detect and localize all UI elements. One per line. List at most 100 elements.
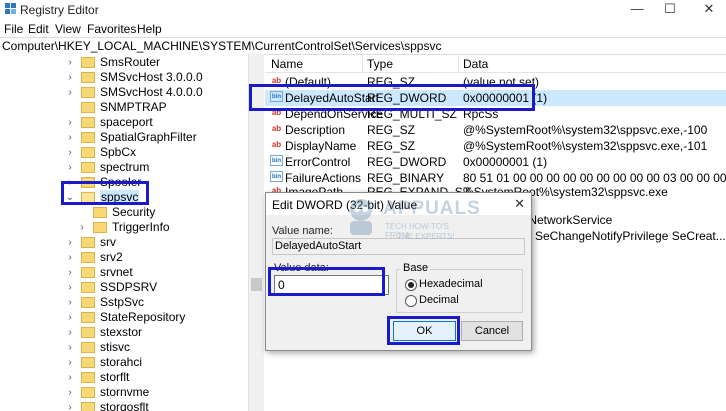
tree-node-label: sppsvc (100, 190, 140, 204)
decimal-label[interactable]: Decimal (419, 294, 459, 306)
column-divider[interactable] (458, 54, 459, 72)
tree-node[interactable]: › storahci (64, 354, 142, 370)
folder-icon (81, 341, 95, 353)
menu-edit[interactable]: Edit (28, 22, 49, 36)
value-name-label: Value name: (272, 225, 333, 237)
chevron-right-icon[interactable]: › (64, 357, 76, 368)
value-data: @%SystemRoot%\system32\sppsvc.exe,-100 (463, 123, 708, 137)
menu-view[interactable]: View (55, 22, 81, 36)
chevron-right-icon[interactable]: › (64, 177, 76, 188)
tree-node[interactable]: › stexstor (64, 324, 142, 340)
folder-icon (81, 356, 95, 368)
menu-file[interactable]: File (4, 22, 23, 36)
value-name: DelayedAutoStart (285, 91, 380, 105)
value-type: REG_SZ (367, 139, 416, 153)
tree-node-label: SNMPTRAP (100, 100, 167, 114)
tree-node[interactable]: › stornvme (64, 384, 149, 400)
header-type[interactable]: Type (367, 57, 393, 71)
chevron-right-icon[interactable]: › (64, 132, 76, 143)
folder-icon (81, 401, 95, 411)
tree-node-label: Spooler (100, 175, 142, 189)
tree-node[interactable]: SNMPTRAP (64, 99, 167, 115)
tree-node[interactable]: › srv2 (64, 249, 122, 265)
value-row[interactable]: ab DisplayName REG_SZ @%SystemRoot%\syst… (265, 138, 726, 154)
header-name[interactable]: Name (271, 57, 303, 71)
tree-node[interactable]: › Spooler (64, 174, 141, 190)
chevron-right-icon[interactable]: › (64, 387, 76, 398)
value-row[interactable]: ab (Default) REG_SZ (value not set) (265, 74, 726, 90)
minimize-button[interactable]: — (622, 0, 652, 18)
chevron-right-icon[interactable]: › (64, 402, 76, 411)
chevron-right-icon[interactable]: › (76, 222, 88, 233)
tree-node[interactable]: › SMSvcHost 3.0.0.0 (64, 69, 202, 85)
menu-help[interactable]: Help (137, 22, 162, 36)
tree-node[interactable]: › storflt (64, 369, 129, 385)
tree-node[interactable]: › storqosflt (64, 399, 149, 411)
maximize-button[interactable]: ☐ (655, 0, 685, 18)
chevron-right-icon[interactable]: › (64, 342, 76, 353)
chevron-right-icon[interactable]: › (64, 57, 76, 68)
value-row-delayedautostart[interactable]: bin DelayedAutoStart REG_DWORD 0x0000000… (265, 90, 726, 106)
column-divider[interactable] (362, 54, 363, 72)
tree-node-label: SSDPSRV (100, 280, 158, 294)
cancel-button[interactable]: Cancel (461, 321, 523, 341)
chevron-right-icon[interactable]: › (64, 72, 76, 83)
scrollbar-thumb[interactable] (251, 278, 262, 291)
tree-node[interactable]: › SstpSvc (64, 294, 144, 310)
string-value-icon: ab (271, 76, 282, 85)
tree-node[interactable]: › srvnet (64, 264, 133, 280)
chevron-down-icon[interactable]: ⌄ (64, 192, 76, 203)
tree-node[interactable]: › srv (64, 234, 116, 250)
tree-node[interactable]: › spectrum (64, 159, 149, 175)
tree-node-label: spaceport (100, 115, 153, 129)
menu-favorites[interactable]: Favorites (87, 22, 136, 36)
chevron-right-icon[interactable]: › (64, 147, 76, 158)
tree-node[interactable]: › StateRepository (64, 309, 185, 325)
folder-icon (81, 251, 95, 263)
value-data-input[interactable]: 0 (274, 275, 389, 295)
chevron-right-icon[interactable]: › (64, 297, 76, 308)
hexadecimal-radio[interactable] (405, 279, 417, 291)
tree-node[interactable]: Security (76, 204, 155, 220)
hexadecimal-label[interactable]: Hexadecimal (419, 278, 483, 290)
chevron-right-icon[interactable]: › (64, 237, 76, 248)
value-row[interactable]: bin ErrorControl REG_DWORD 0x00000001 (1… (265, 154, 726, 170)
tree-node[interactable]: › SpatialGraphFilter (64, 129, 196, 145)
chevron-right-icon[interactable]: › (64, 87, 76, 98)
tree-node[interactable]: › SMSvcHost 4.0.0.0 (64, 84, 202, 100)
tree-node-label: SstpSvc (100, 295, 145, 309)
tree-node[interactable]: › TriggerInfo (76, 219, 169, 235)
tree-node-label: Security (112, 205, 156, 219)
tree-node-sppsvc[interactable]: ⌄ sppsvc (64, 189, 140, 205)
value-type: REG_DWORD (367, 91, 447, 105)
value-row[interactable]: ab Description REG_SZ @%SystemRoot%\syst… (265, 122, 726, 138)
address-bar[interactable]: Computer\HKEY_LOCAL_MACHINE\SYSTEM\Curre… (0, 37, 726, 55)
tree-scrollbar[interactable] (248, 54, 264, 411)
chevron-right-icon[interactable]: › (64, 372, 76, 383)
tree-node[interactable]: › SpbCx (64, 144, 136, 160)
tree-node[interactable]: › SmsRouter (64, 54, 160, 70)
tree-node-label: srvnet (100, 265, 133, 279)
ok-button[interactable]: OK (393, 321, 456, 341)
tree-node[interactable]: › stisvc (64, 339, 130, 355)
close-button[interactable]: ✕ (694, 0, 724, 18)
tree-node-label: stexstor (100, 325, 143, 339)
decimal-radio[interactable] (405, 295, 417, 307)
header-data[interactable]: Data (463, 57, 488, 71)
dialog-close-icon[interactable]: ✕ (514, 196, 525, 212)
chevron-right-icon[interactable]: › (64, 282, 76, 293)
chevron-right-icon[interactable]: › (64, 252, 76, 263)
chevron-right-icon[interactable]: › (64, 312, 76, 323)
folder-icon (81, 86, 95, 98)
folder-icon (81, 266, 95, 278)
value-row[interactable]: ab DependOnService REG_MULTI_SZ RpcSs (265, 106, 726, 122)
tree-node[interactable]: › spaceport (64, 114, 153, 130)
value-data: @%SystemRoot%\system32\sppsvc.exe,-101 (463, 139, 708, 153)
tree-node[interactable]: › SSDPSRV (64, 279, 157, 295)
address-path: Computer\HKEY_LOCAL_MACHINE\SYSTEM\Curre… (2, 39, 442, 53)
chevron-right-icon[interactable]: › (64, 267, 76, 278)
tree-node-label: SmsRouter (100, 55, 161, 69)
chevron-right-icon[interactable]: › (64, 162, 76, 173)
chevron-right-icon[interactable]: › (64, 117, 76, 128)
chevron-right-icon[interactable]: › (64, 327, 76, 338)
